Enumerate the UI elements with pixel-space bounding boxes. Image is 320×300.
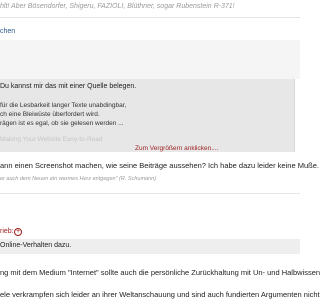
inner-quote-text: Online-Verhalten dazu. (0, 242, 72, 249)
expand-quote-link[interactable]: Zum Vergrößern anklicken.... (135, 145, 218, 152)
expand-plus-icon[interactable]: + (14, 228, 22, 236)
post-divider (0, 193, 300, 194)
reply-body-line: ele verkrampfen sich leider an ihrer Wel… (0, 290, 320, 299)
quote-line: ch eine Bleiwüste überfordert wird. (0, 111, 100, 118)
quote-line: für die Lesbarkeit langer Texte unabding… (0, 102, 127, 109)
signature-text: hlt! Aber Bösendorfer, Shigeru, FAZIOLI,… (0, 3, 235, 10)
quote-line: rägen ist es egal, ob sie gelesen werden… (0, 120, 124, 127)
quote-block: Du kannst mir das mit einer Quelle beleg… (0, 79, 295, 152)
quote-faded-line: Making Your Website Easy-to-Read (0, 136, 103, 143)
signature-caption: er auch dem Neuen ein warmes Herz entgeg… (0, 176, 157, 182)
post-gap (0, 40, 300, 79)
signature-divider (0, 17, 300, 18)
post-link[interactable]: chen (0, 28, 15, 35)
reply-body-line: ng mit dem Medium "Internet" sollte auch… (0, 268, 320, 277)
quote-line: Du kannst mir das mit einer Quelle beleg… (0, 83, 137, 90)
quote-author-label[interactable]: rieb: (0, 228, 14, 235)
post-body-text: ann einen Screenshot machen, wie seine B… (0, 161, 319, 170)
